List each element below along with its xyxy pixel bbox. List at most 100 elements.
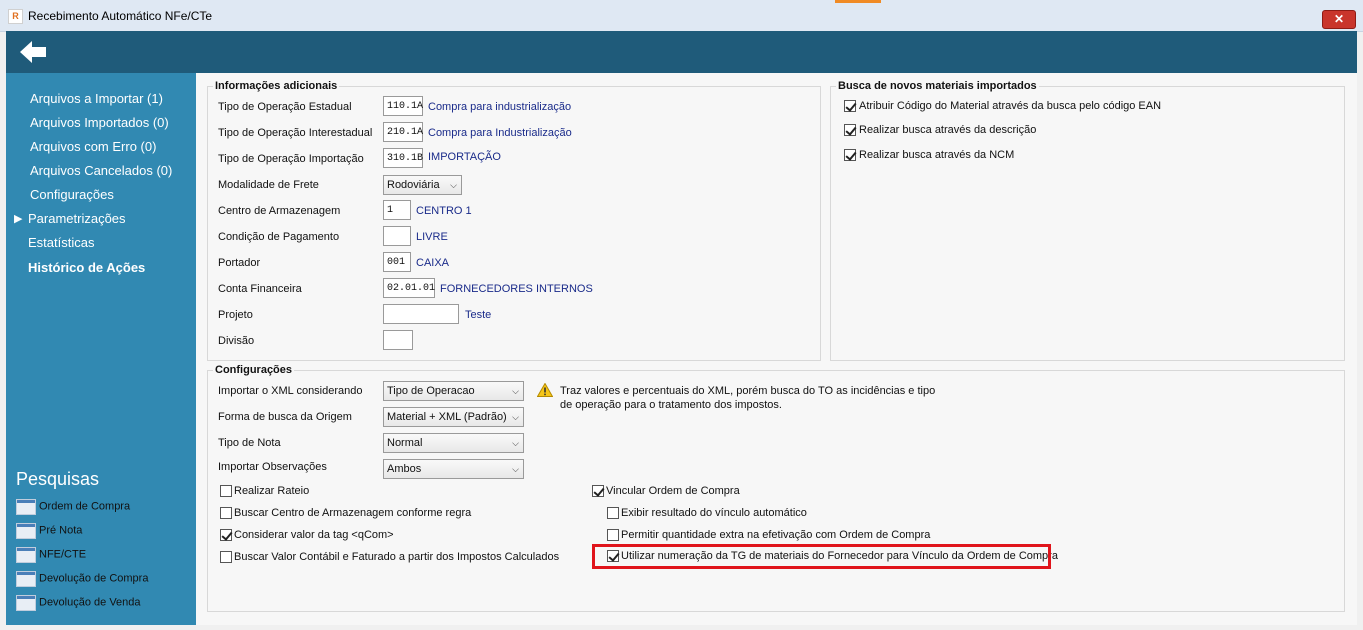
modalidade-frete-select[interactable]: Rodoviária ⌵: [383, 175, 462, 195]
expand-arrow-icon: ▶: [14, 213, 23, 225]
pesquisa-pre-nota[interactable]: Pré Nota: [16, 522, 82, 540]
centro-armazenagem-input[interactable]: 1: [383, 200, 411, 220]
sidebar-item-configuracoes[interactable]: Configurações: [30, 187, 114, 202]
pesquisas-title: Pesquisas: [16, 469, 100, 489]
arrow-left-icon: [20, 41, 46, 63]
label-tipo-nota: Tipo de Nota: [218, 437, 281, 449]
warning-text-line2: de operação para o tratamento dos impost…: [560, 399, 782, 411]
window-title-bar: R Recebimento Automático NFe/CTe ✕: [0, 0, 1363, 32]
importar-observacoes-value: Ambos: [387, 463, 422, 475]
condicao-pagamento-input[interactable]: [383, 226, 411, 246]
importar-xml-select[interactable]: Tipo de Operacao ⌵: [383, 381, 524, 401]
label-modalidade-frete: Modalidade de Frete: [218, 179, 319, 191]
busca-ncm-checkbox[interactable]: [844, 149, 856, 161]
portador-desc: CAIXA: [416, 257, 450, 269]
exibir-resultado-checkbox[interactable]: [607, 507, 619, 519]
sidebar-item-arquivos-erro[interactable]: Arquivos com Erro (0): [30, 139, 156, 154]
tipo-op-importacao-desc: IMPORTAÇÃO: [428, 151, 501, 163]
window-icon: [16, 498, 36, 515]
app-icon: R: [8, 9, 23, 24]
label-tipo-op-interestadual: Tipo de Operação Interestadual: [218, 127, 373, 139]
realizar-rateio-label: Realizar Rateio: [234, 485, 310, 497]
sidebar-item-estatisticas[interactable]: Estatísticas: [28, 235, 94, 250]
sidebar-item-parametrizacoes[interactable]: Parametrizações: [28, 211, 126, 226]
return-document-icon: [16, 570, 36, 587]
chevron-down-icon: ⌵: [512, 412, 519, 422]
close-button[interactable]: ✕: [1322, 10, 1356, 29]
sidebar-item-historico[interactable]: Histórico de Ações: [28, 260, 145, 275]
label-importar-xml: Importar o XML considerando: [218, 385, 363, 397]
tipo-nota-select[interactable]: Normal ⌵: [383, 433, 524, 453]
condicao-pagamento-desc: LIVRE: [416, 231, 448, 243]
sidebar-item-arquivos-cancelados[interactable]: Arquivos Cancelados (0): [30, 163, 172, 178]
sidebar-item-arquivos-importados[interactable]: Arquivos Importados (0): [30, 115, 169, 130]
label-forma-busca-origem: Forma de busca da Origem: [218, 411, 352, 423]
tipo-op-importacao-input[interactable]: 310.1B: [383, 148, 423, 168]
importar-xml-value: Tipo de Operacao: [387, 385, 475, 397]
tipo-op-estadual-desc: Compra para industrialização: [428, 101, 572, 113]
centro-armazenagem-desc: CENTRO 1: [416, 205, 472, 217]
vincular-ordem-label: Vincular Ordem de Compra: [606, 485, 740, 497]
label-centro-armazenagem: Centro de Armazenagem: [218, 205, 341, 217]
realizar-rateio-checkbox[interactable]: [220, 485, 232, 497]
window-title: Recebimento Automático NFe/CTe: [28, 9, 213, 23]
tipo-op-estadual-input[interactable]: 110.1A: [383, 96, 423, 116]
label-conta-financeira: Conta Financeira: [218, 283, 302, 295]
pesquisa-ordem-compra[interactable]: Ordem de Compra: [16, 498, 130, 516]
pesquisa-label: Devolução de Compra: [39, 572, 149, 585]
tipo-op-interestadual-input[interactable]: 210.1A: [383, 122, 423, 142]
pesquisa-nfe-cte[interactable]: NFE/CTE: [16, 546, 86, 564]
warning-icon: [537, 383, 553, 397]
chevron-down-icon: ⌵: [512, 438, 519, 448]
pesquisa-devolucao-compra[interactable]: Devolução de Compra: [16, 570, 148, 588]
buscar-centro-checkbox[interactable]: [220, 507, 232, 519]
buscar-centro-label: Buscar Centro de Armazenagem conforme re…: [234, 507, 472, 519]
label-projeto: Projeto: [218, 309, 253, 321]
chevron-down-icon: ⌵: [512, 464, 519, 474]
warning-text-line1: Traz valores e percentuais do XML, porém…: [560, 385, 936, 397]
sidebar-item-arquivos-importar[interactable]: Arquivos a Importar (1): [30, 91, 163, 106]
label-importar-observacoes: Importar Observações: [218, 461, 327, 473]
busca-ean-checkbox[interactable]: [844, 100, 856, 112]
highlight-box: [592, 544, 1051, 569]
considerar-qcom-checkbox[interactable]: [220, 529, 232, 541]
buscar-valor-contabil-checkbox[interactable]: [220, 551, 232, 563]
considerar-qcom-label: Considerar valor da tag <qCom>: [234, 529, 394, 541]
sidebar: Arquivos a Importar (1) Arquivos Importa…: [6, 73, 196, 625]
exibir-resultado-label: Exibir resultado do vínculo automático: [621, 507, 807, 519]
label-divisao: Divisão: [218, 335, 255, 347]
importar-observacoes-select[interactable]: Ambos ⌵: [383, 459, 524, 479]
busca-descricao-label: Realizar busca através da descrição: [859, 124, 1037, 136]
back-button[interactable]: [16, 37, 50, 67]
pesquisa-label: Ordem de Compra: [39, 500, 131, 513]
info-group-title: Informações adicionais: [213, 80, 340, 92]
header-band: [6, 31, 1357, 73]
document-icon: [16, 546, 36, 563]
label-condicao-pagamento: Condição de Pagamento: [218, 231, 340, 243]
divisao-input[interactable]: [383, 330, 413, 350]
permitir-quantidade-label: Permitir quantidade extra na efetivação …: [621, 529, 931, 541]
return-document-icon: [16, 594, 36, 611]
vincular-ordem-checkbox[interactable]: [592, 485, 604, 497]
portador-input[interactable]: 001: [383, 252, 411, 272]
document-add-icon: [16, 522, 36, 539]
busca-group-title: Busca de novos materiais importados: [836, 80, 1039, 92]
chevron-down-icon: ⌵: [512, 386, 519, 396]
projeto-input[interactable]: [383, 304, 459, 324]
conta-financeira-input[interactable]: 02.01.01: [383, 278, 435, 298]
modalidade-frete-value: Rodoviária: [387, 179, 440, 191]
config-group-title: Configurações: [213, 364, 295, 376]
pesquisa-label: Pré Nota: [39, 524, 83, 537]
label-tipo-op-estadual: Tipo de Operação Estadual: [218, 101, 352, 113]
permitir-quantidade-checkbox[interactable]: [607, 529, 619, 541]
forma-busca-origem-select[interactable]: Material + XML (Padrão) ⌵: [383, 407, 524, 427]
conta-financeira-desc: FORNECEDORES INTERNOS: [440, 283, 593, 295]
pesquisa-devolucao-venda[interactable]: Devolução de Venda: [16, 594, 141, 612]
pesquisa-label: NFE/CTE: [39, 548, 87, 561]
title-accent: [835, 0, 881, 3]
busca-descricao-checkbox[interactable]: [844, 124, 856, 136]
pesquisa-label: Devolução de Venda: [39, 596, 141, 609]
projeto-desc: Teste: [465, 309, 492, 321]
buscar-valor-contabil-label: Buscar Valor Contábil e Faturado a parti…: [234, 551, 560, 563]
label-portador: Portador: [218, 257, 261, 269]
